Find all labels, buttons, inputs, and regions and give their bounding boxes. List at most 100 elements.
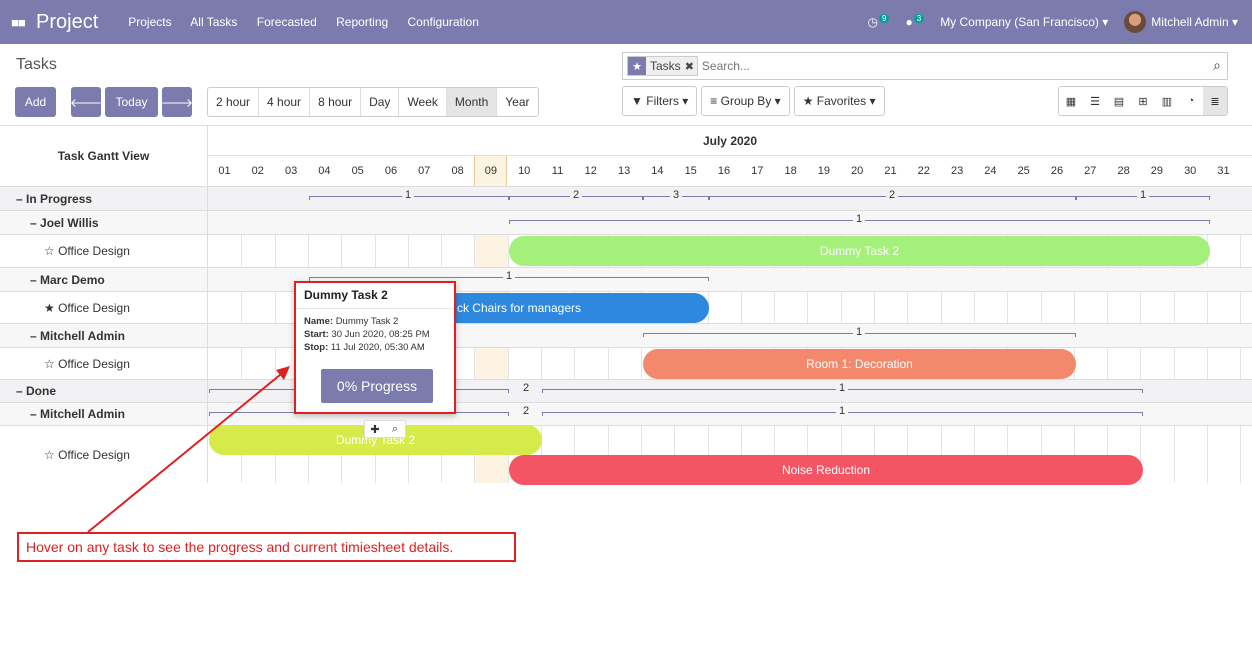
activity-button[interactable]: ◷ 9: [868, 13, 890, 29]
gantt-day: 18: [784, 165, 797, 177]
list-view-icon[interactable]: ☰: [1083, 87, 1107, 115]
scale-day[interactable]: Day: [361, 88, 400, 116]
today-column: [474, 235, 508, 267]
task-popover: Dummy Task 2 Name: Dummy Task 2 Start: 3…: [294, 281, 456, 414]
apps-grid-icon[interactable]: ■■: [0, 15, 36, 30]
navbar-systray: ◷ 9 ● 3 My Company (San Francisco) ▾ Mitch…: [852, 0, 1238, 44]
stop-value: 11 Jul 2020, 05:30 AM: [330, 342, 425, 353]
consolidation-bar: 1: [643, 326, 1076, 339]
arrow-left-icon: 🡐: [69, 95, 103, 110]
scale-week[interactable]: Week: [399, 88, 447, 116]
plus-icon[interactable]: ✚: [365, 421, 385, 437]
today-button[interactable]: Today: [105, 87, 158, 117]
prev-button[interactable]: 🡐: [69, 87, 103, 117]
grid-line: [907, 292, 909, 323]
next-button[interactable]: 🡒: [161, 87, 193, 117]
group-by-label: Group By: [720, 94, 772, 108]
gantt-day: 17: [751, 165, 764, 177]
messages-badge: 3: [913, 13, 925, 23]
name-label: Name:: [304, 316, 334, 327]
consolidation-bar: 1: [1076, 189, 1210, 202]
annotation-callout: Hover on any task to see the progress an…: [17, 532, 516, 562]
pivot-view-icon[interactable]: ⊞: [1131, 87, 1155, 115]
row-label-text: Marc Demo: [40, 272, 105, 287]
scale-2-hour[interactable]: 2 hour: [208, 88, 260, 116]
gantt-day: 05: [351, 165, 364, 177]
calendar-view-icon[interactable]: ▤: [1107, 87, 1131, 115]
consolidation-line: [209, 412, 210, 416]
company-switcher[interactable]: My Company (San Francisco) ▾: [940, 15, 1108, 29]
menu-forecasted[interactable]: Forecasted: [257, 15, 317, 29]
gantt-day: 16: [717, 165, 731, 177]
graph-view-icon[interactable]: ▥: [1155, 87, 1179, 115]
menu-projects[interactable]: Projects: [128, 15, 171, 29]
scale-year[interactable]: Year: [497, 88, 538, 116]
consolidation-count: 2: [520, 405, 533, 417]
task-pill[interactable]: Noise Reduction: [509, 455, 1143, 485]
consolidation-count: 2: [570, 189, 583, 201]
top-navbar: ■■ Project Projects All Tasks Forecasted…: [0, 0, 1252, 44]
grid-line: [1173, 348, 1175, 379]
group-by-dropdown[interactable]: ≡ Group By ▾: [701, 86, 790, 116]
add-button[interactable]: Add: [15, 87, 56, 117]
menu-configuration[interactable]: Configuration: [408, 15, 479, 29]
grid-line: [1173, 292, 1175, 323]
task-pill[interactable]: Dummy Task 2: [509, 236, 1210, 266]
gantt-day: 07: [418, 165, 431, 177]
gantt-view-icon[interactable]: ≣: [1203, 87, 1227, 115]
app-brand[interactable]: Project: [36, 11, 98, 34]
zoom-icon[interactable]: ⌕: [385, 421, 405, 437]
remove-facet-icon[interactable]: ✖: [685, 60, 697, 73]
row-label: – Mitchell Admin: [0, 403, 208, 425]
menu-reporting[interactable]: Reporting: [336, 15, 388, 29]
grid-line: [1140, 348, 1142, 379]
collapse-icon[interactable]: –: [16, 192, 26, 206]
star-empty-icon: ☆: [44, 244, 59, 258]
menu-all-tasks[interactable]: All Tasks: [190, 15, 237, 29]
gantt-view: Task Gantt View July 2020 01 02 03 04 05 06 07…: [0, 126, 1252, 485]
filters-dropdown[interactable]: ▼ Filters ▾: [622, 86, 698, 116]
gantt-day: 04: [318, 165, 331, 177]
grid-line: [241, 292, 243, 323]
consolidation-count: 2: [520, 382, 533, 394]
consolidation-bar: 3: [643, 189, 709, 202]
grid-line: [407, 235, 409, 267]
consolidation-line: [1142, 389, 1143, 393]
progress-button[interactable]: 0% Progress: [321, 369, 433, 403]
messages-button[interactable]: ● 3: [905, 13, 925, 29]
gantt-day: 20: [851, 165, 864, 177]
collapse-icon[interactable]: –: [16, 384, 26, 398]
collapse-icon[interactable]: –: [30, 273, 40, 287]
consolidation-line: [1209, 196, 1210, 200]
search-input[interactable]: [701, 59, 1172, 73]
row-label: – Marc Demo: [0, 268, 208, 291]
gantt-day: 10: [518, 165, 531, 177]
search-icon[interactable]: ⌕: [1213, 57, 1221, 74]
today-column: [474, 348, 508, 379]
consolidation-bar: 2: [709, 189, 1076, 202]
filters-label: Filters: [646, 94, 679, 108]
consolidation-count: 1: [853, 326, 866, 338]
kanban-view-icon[interactable]: ▦: [1059, 87, 1083, 115]
grid-line: [474, 235, 476, 267]
consolidation-count: 1: [503, 270, 516, 282]
favorites-dropdown[interactable]: ★ Favorites ▾: [793, 86, 885, 116]
grid-line: [1173, 426, 1175, 483]
scale-month[interactable]: Month: [446, 88, 498, 116]
collapse-icon[interactable]: –: [30, 216, 40, 230]
gantt-day: 12: [584, 165, 597, 177]
user-menu[interactable]: Mitchell Admin ▾: [1124, 11, 1238, 33]
consolidation-bar: 2: [509, 189, 643, 202]
collapse-icon[interactable]: –: [30, 407, 40, 421]
start-value: 30 Jun 2020, 08:25 PM: [331, 329, 430, 340]
task-pill[interactable]: Room 1: Decoration: [643, 349, 1076, 379]
scale-4-hour[interactable]: 4 hour: [259, 88, 311, 116]
gantt-day: 27: [1084, 165, 1097, 177]
gantt-header-label: Task Gantt View: [0, 126, 208, 186]
collapse-icon[interactable]: –: [30, 329, 40, 343]
grid-line: [807, 292, 809, 323]
activity-view-icon[interactable]: ◔: [1179, 87, 1203, 115]
scale-8-hour[interactable]: 8 hour: [310, 88, 362, 116]
gantt-day: 01: [218, 165, 231, 177]
group-by-icon: ≡: [710, 94, 718, 108]
